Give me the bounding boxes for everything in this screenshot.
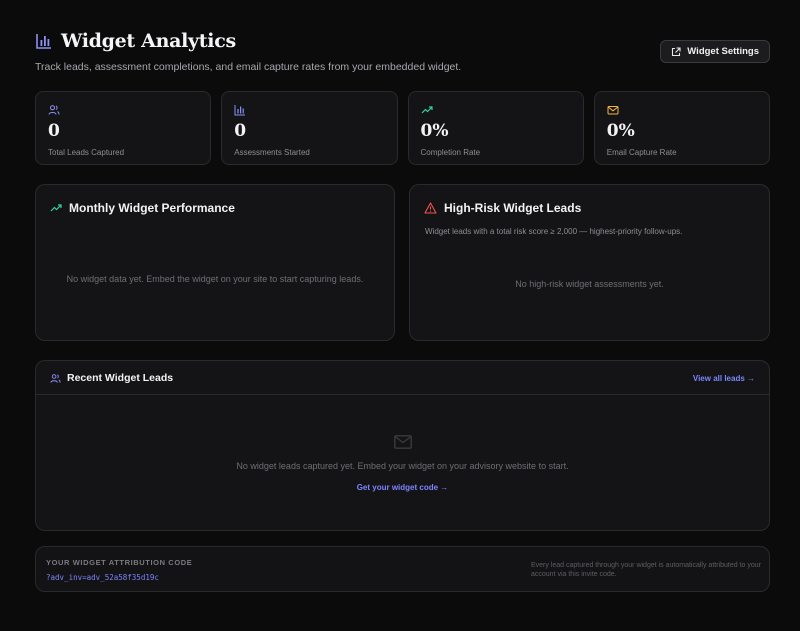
alert-triangle-icon — [424, 202, 437, 214]
mail-icon — [394, 435, 412, 449]
attribution-note: Every lead captured through your widget … — [531, 562, 761, 579]
users-icon — [48, 105, 60, 115]
get-widget-code-link[interactable]: Get your widget code → — [36, 483, 769, 492]
users-icon — [50, 373, 61, 383]
stat-card-completion-rate: 0% Completion Rate — [407, 91, 584, 165]
stat-value: 0 — [48, 121, 60, 141]
panel-title: Recent Widget Leads — [67, 372, 174, 384]
page-header: Widget Analytics Track leads, assessment… — [35, 30, 770, 75]
recent-leads-panel: Recent Widget Leads View all leads → No … — [35, 360, 770, 531]
empty-state-message: No high-risk widget assessments yet. — [515, 279, 664, 289]
panel-header: Recent Widget Leads View all leads → — [36, 361, 769, 395]
trending-up-icon — [50, 204, 62, 212]
attribution-code[interactable]: ?adv_inv=adv_52a58f35d19c — [46, 573, 159, 582]
view-all-leads-link[interactable]: View all leads → — [693, 374, 755, 383]
stat-card-email-capture: 0% Email Capture Rate — [593, 91, 770, 165]
stat-label: Email Capture Rate — [606, 148, 677, 157]
mail-icon — [607, 106, 619, 115]
high-risk-leads-panel: High-Risk Widget Leads Widget leads with… — [409, 184, 770, 341]
stat-label: Assessments Started — [234, 148, 310, 157]
panel-title: High-Risk Widget Leads — [444, 201, 582, 215]
stat-label: Total Leads Captured — [48, 148, 125, 157]
external-link-icon — [672, 46, 681, 56]
bar-chart-icon — [234, 105, 246, 116]
stat-cards: 0 Total Leads Captured 0 Assessments Sta… — [35, 91, 770, 165]
widget-settings-button[interactable]: Widget Settings — [660, 40, 770, 63]
panel-title: Monthly Widget Performance — [69, 201, 235, 215]
empty-state-message: No widget data yet. Embed the widget on … — [66, 274, 364, 284]
panel-description: Widget leads with a total risk score ≥ 2… — [425, 227, 683, 236]
stat-card-assessments: 0 Assessments Started — [221, 91, 398, 165]
widget-settings-label: Widget Settings — [687, 46, 759, 57]
empty-state-message: No widget leads captured yet. Embed your… — [236, 461, 569, 471]
bar-chart-icon — [36, 34, 51, 49]
page-subtitle: Track leads, assessment completions, and… — [35, 61, 462, 73]
trending-up-icon — [421, 106, 433, 114]
stat-value: 0% — [420, 121, 449, 141]
stat-card-total-leads: 0 Total Leads Captured — [35, 91, 212, 165]
attribution-label: YOUR WIDGET ATTRIBUTION CODE — [46, 558, 193, 567]
attribution-code-panel: YOUR WIDGET ATTRIBUTION CODE ?adv_inv=ad… — [35, 546, 770, 592]
page-title: Widget Analytics — [61, 30, 236, 52]
stat-value: 0% — [606, 121, 635, 141]
stat-label: Completion Rate — [420, 148, 481, 157]
monthly-performance-panel: Monthly Widget Performance No widget dat… — [35, 184, 395, 341]
stat-value: 0 — [234, 121, 247, 141]
